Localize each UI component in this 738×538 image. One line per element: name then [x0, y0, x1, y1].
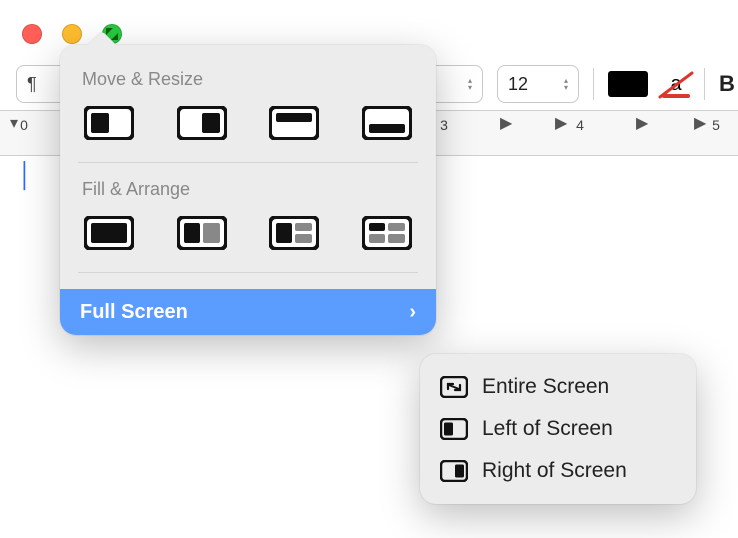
divider — [78, 162, 418, 163]
tile-top-half-button[interactable] — [267, 104, 321, 142]
window-tiling-popover: Move & Resize Fill & Arrange Full Scr — [60, 45, 436, 335]
move-resize-grid — [78, 104, 418, 162]
submenu-label: Entire Screen — [482, 375, 609, 399]
indent-marker-icon[interactable]: ▾ — [10, 113, 18, 133]
pilcrow-icon: ¶ — [27, 74, 37, 95]
toolbar-divider — [593, 68, 594, 100]
right-half-icon — [177, 106, 227, 140]
fill-color-button[interactable] — [608, 71, 648, 97]
tile-left-half-button[interactable] — [82, 104, 136, 142]
text-color-underline — [662, 94, 690, 98]
full-screen-submenu: Entire Screen Left of Screen Right of Sc… — [420, 354, 696, 504]
chevron-updown-icon: ▴▾ — [468, 77, 472, 91]
submenu-label: Left of Screen — [482, 417, 613, 441]
left-two-thirds-icon — [177, 216, 227, 250]
tab-marker-icon[interactable]: ▶ — [555, 113, 567, 133]
font-size-select[interactable]: 12 ▴▾ — [497, 65, 579, 103]
chevron-updown-icon: ▴▾ — [564, 77, 568, 91]
tile-bottom-half-button[interactable] — [360, 104, 414, 142]
ruler-number: 3 — [440, 117, 448, 133]
ruler-number: 4 — [576, 117, 584, 133]
full-screen-menu-item[interactable]: Full Screen › — [60, 289, 436, 335]
font-size-value: 12 — [508, 74, 528, 95]
tile-fill-button[interactable] — [82, 214, 136, 252]
left-of-screen-icon — [440, 418, 468, 440]
fill-arrange-grid — [78, 214, 418, 272]
quadrants-icon — [362, 216, 412, 250]
right-of-screen-item[interactable]: Right of Screen — [428, 450, 688, 492]
color-swatch-icon — [608, 71, 648, 97]
full-screen-label: Full Screen — [80, 301, 188, 324]
fill-icon — [84, 216, 134, 250]
chevron-right-icon: › — [409, 301, 416, 324]
submenu-label: Right of Screen — [482, 459, 627, 483]
right-of-screen-icon — [440, 460, 468, 482]
bottom-half-icon — [362, 106, 412, 140]
toolbar-divider — [704, 68, 705, 100]
ruler-number: 0 — [20, 117, 28, 133]
left-stack-icon — [269, 216, 319, 250]
tab-marker-icon[interactable]: ▶ — [636, 113, 648, 133]
ruler-number: 5 — [712, 117, 720, 133]
divider — [78, 272, 418, 273]
fill-arrange-heading: Fill & Arrange — [82, 179, 414, 200]
top-half-icon — [269, 106, 319, 140]
entire-screen-icon — [440, 376, 468, 398]
minimize-window-button[interactable] — [62, 24, 82, 44]
text-color-button[interactable]: a — [662, 73, 690, 96]
text-cursor: │ — [18, 162, 33, 190]
entire-screen-item[interactable]: Entire Screen — [428, 366, 688, 408]
move-resize-heading: Move & Resize — [82, 69, 414, 90]
text-color-glyph: a — [670, 73, 681, 95]
close-window-button[interactable] — [22, 24, 42, 44]
tab-marker-icon[interactable]: ▶ — [694, 113, 706, 133]
tab-marker-icon[interactable]: ▶ — [500, 113, 512, 133]
left-of-screen-item[interactable]: Left of Screen — [428, 408, 688, 450]
tile-left-two-thirds-button[interactable] — [175, 214, 229, 252]
left-half-icon — [84, 106, 134, 140]
tile-right-half-button[interactable] — [175, 104, 229, 142]
tile-left-stack-button[interactable] — [267, 214, 321, 252]
tile-quadrants-button[interactable] — [360, 214, 414, 252]
bold-button[interactable]: B — [719, 71, 735, 97]
